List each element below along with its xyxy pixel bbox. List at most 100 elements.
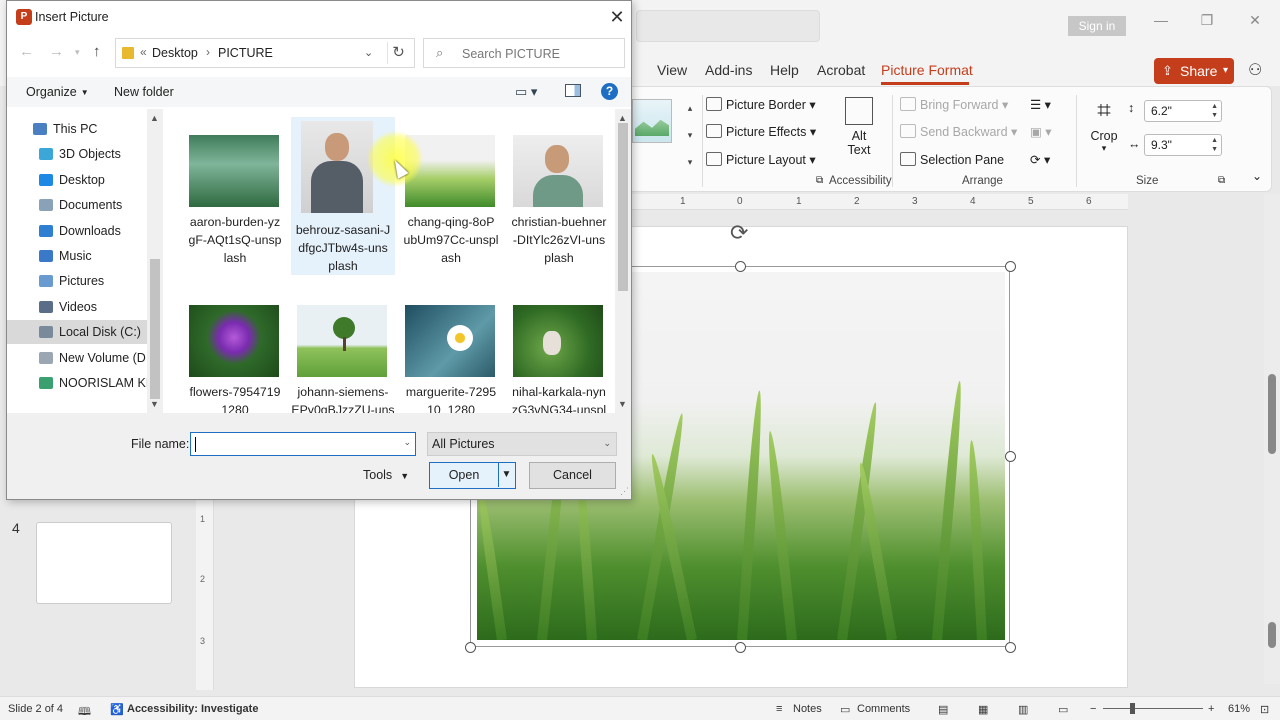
slide-sorter-icon[interactable]: ▦ [978, 703, 988, 716]
cancel-button[interactable]: Cancel [529, 462, 616, 489]
file-item[interactable]: nihal-karkala-nyn zG3vNG34-unspl [507, 279, 611, 413]
picture-layout-button[interactable]: Picture Layout ▾ [706, 152, 816, 167]
help-icon[interactable]: ? [601, 83, 618, 100]
zoom-out-button[interactable]: − [1090, 703, 1096, 715]
scrollbar-thumb[interactable] [150, 259, 160, 399]
scroll-down-icon[interactable]: ▼ [150, 399, 159, 409]
slideshow-icon[interactable]: ▭ [1058, 703, 1068, 716]
picture-effects-button[interactable]: Picture Effects ▾ [706, 124, 816, 139]
breadcrumb-desktop[interactable]: Desktop [152, 46, 198, 60]
tab-view[interactable]: View [657, 62, 687, 78]
resize-handle[interactable] [1005, 261, 1016, 272]
breadcrumb-overflow[interactable]: « [140, 45, 147, 59]
maximize-icon[interactable]: ❐ [1192, 12, 1222, 29]
zoom-in-button[interactable]: + [1208, 703, 1214, 715]
width-spinner[interactable]: ▲ ▼ [1211, 136, 1218, 154]
alt-text-button[interactable]: Alt Text [844, 97, 874, 157]
chevron-down-icon[interactable]: ⌄ [403, 437, 411, 448]
refresh-icon[interactable]: ↻ [387, 42, 409, 64]
back-arrow-icon[interactable]: ← [19, 43, 34, 60]
resize-handle[interactable] [1005, 642, 1016, 653]
ppt-search-box[interactable] [636, 10, 820, 42]
tab-help[interactable]: Help [770, 62, 799, 78]
resize-handle[interactable] [735, 642, 746, 653]
search-input[interactable]: ⌕ Search PICTURE [423, 38, 625, 68]
picture-border-button[interactable]: Picture Border ▾ [706, 97, 816, 112]
resize-handle[interactable] [465, 642, 476, 653]
resize-handle[interactable] [735, 261, 746, 272]
preview-pane-icon[interactable] [565, 84, 581, 97]
rotate-objects-icon[interactable]: ⟳ ▾ [1030, 152, 1050, 167]
breadcrumb-picture[interactable]: PICTURE [218, 46, 273, 60]
nav-item[interactable]: Downloads [7, 219, 147, 243]
file-item[interactable]: flowers-7954719 1280 [183, 279, 287, 413]
nav-item[interactable]: This PC [7, 117, 147, 141]
collapse-ribbon-icon[interactable]: ⌄ [1252, 169, 1262, 183]
tab-acrobat[interactable]: Acrobat [817, 62, 865, 78]
gallery-scroll-arrows[interactable]: ▴ ▾ ▾ [682, 95, 698, 176]
file-name-input[interactable]: ⌄ [190, 432, 416, 456]
forward-arrow-icon[interactable]: → [49, 43, 64, 60]
change-view-icon[interactable]: ▭ ▾ [515, 84, 537, 100]
slide-scrollbar[interactable] [1264, 194, 1280, 684]
rotate-handle-icon[interactable]: ⟳ [730, 220, 748, 246]
file-item[interactable]: marguerite-7295 10_1280 [399, 279, 503, 413]
nav-item[interactable]: Videos [7, 295, 147, 319]
dialog-launcher-icon[interactable]: ⧉ [816, 175, 823, 186]
tab-picture-format[interactable]: Picture Format [881, 62, 973, 78]
open-button[interactable]: Open ▼ [429, 462, 516, 489]
nav-item[interactable]: Desktop [7, 168, 147, 192]
file-type-select[interactable]: All Pictures ⌄ [427, 432, 617, 456]
organize-button[interactable]: Organize ▼ [26, 85, 89, 99]
book-icon[interactable]: 🕮 [78, 703, 91, 720]
tab-add-ins[interactable]: Add-ins [705, 62, 752, 78]
file-item[interactable]: aaron-burden-yz gF-AQt1sQ-unsp lash [183, 109, 287, 267]
close-window-icon[interactable]: ✕ [1240, 12, 1270, 29]
bring-forward-button[interactable]: Bring Forward ▾ [900, 97, 1008, 112]
scrollbar-thumb[interactable] [1268, 622, 1276, 648]
resize-grip-icon[interactable]: ⋰ [620, 486, 629, 497]
file-item[interactable]: chang-qing-8oP ubUm97Cc-unspl ash [399, 109, 503, 267]
fit-slide-icon[interactable]: ⊡ [1260, 703, 1269, 716]
scroll-up-icon[interactable]: ▲ [618, 113, 627, 123]
up-arrow-icon[interactable]: ↑ [93, 43, 101, 60]
scrollbar-thumb[interactable] [1268, 374, 1276, 454]
zoom-level[interactable]: 61% [1228, 703, 1250, 715]
share-button[interactable]: ⇪ Share ▾ [1154, 58, 1234, 84]
recent-locations-icon[interactable]: ▾ [75, 47, 80, 58]
nav-scrollbar[interactable]: ▲ ▼ [147, 109, 163, 413]
new-folder-button[interactable]: New folder [114, 85, 174, 99]
reading-view-icon[interactable]: ▥ [1018, 703, 1028, 716]
nav-item[interactable]: New Volume (D:) [7, 346, 147, 370]
scroll-down-icon[interactable]: ▼ [618, 399, 627, 409]
resize-handle[interactable] [1005, 451, 1016, 462]
accessibility-status[interactable]: Accessibility: Investigate [127, 703, 258, 715]
height-field[interactable]: 6.2" ▲ ▼ [1144, 100, 1222, 122]
address-bar[interactable]: « Desktop › PICTURE ⌄ [115, 38, 415, 68]
chevron-down-icon[interactable]: ⌄ [364, 46, 373, 59]
nav-item[interactable]: Documents [7, 193, 147, 217]
height-spinner[interactable]: ▲ ▼ [1211, 102, 1218, 120]
file-item[interactable]: johann-siemens- EPy0gBJzzZU-uns [291, 279, 395, 413]
scroll-up-icon[interactable]: ▲ [150, 113, 159, 123]
nav-item[interactable]: NOORISLAM KH [7, 371, 147, 395]
nav-item[interactable]: Pictures [7, 269, 147, 293]
send-backward-button[interactable]: Send Backward ▾ [900, 124, 1017, 139]
nav-item[interactable]: Music [7, 244, 147, 268]
selection-pane-button[interactable]: Selection Pane [900, 152, 1004, 167]
zoom-slider-track[interactable] [1103, 708, 1203, 709]
tools-button[interactable]: Tools ▼ [363, 468, 409, 482]
open-options-dropdown[interactable]: ▼ [498, 463, 514, 487]
sign-in-button[interactable]: Sign in [1068, 16, 1126, 36]
slide-thumbnail[interactable] [36, 522, 172, 604]
file-item[interactable]: christian-buehner -DItYlc26zVI-uns plash [507, 109, 611, 267]
dialog-close-button[interactable]: ✕ [603, 5, 631, 29]
crop-button[interactable]: ⌗ Crop ▾ [1089, 97, 1119, 154]
accessibility-icon[interactable]: ♿ [110, 703, 124, 716]
person-icon[interactable]: ⚇ [1248, 60, 1268, 80]
nav-item[interactable]: 3D Objects [7, 142, 147, 166]
picture-style-thumb[interactable] [632, 99, 672, 143]
width-field[interactable]: 9.3" ▲ ▼ [1144, 134, 1222, 156]
align-icon[interactable]: ☰ ▾ [1030, 97, 1051, 112]
file-list-scrollbar[interactable]: ▲ ▼ [615, 109, 631, 413]
